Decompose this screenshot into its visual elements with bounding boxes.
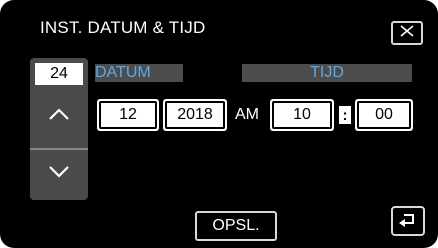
year-value: 2018 bbox=[165, 101, 225, 129]
minute-value: 00 bbox=[357, 101, 411, 129]
month-field[interactable]: 12 bbox=[97, 99, 159, 131]
day-field[interactable]: 24 bbox=[35, 63, 83, 85]
increase-button[interactable] bbox=[30, 94, 88, 138]
ampm-indicator: AM bbox=[235, 106, 259, 123]
decrease-button[interactable] bbox=[30, 152, 88, 196]
time-header: TIJD bbox=[242, 64, 412, 82]
back-button[interactable] bbox=[391, 206, 425, 236]
time-separator: : bbox=[339, 106, 351, 124]
date-time-settings-screen: INST. DATUM & TIJD 24 DATUM TIJD 12 2018… bbox=[0, 0, 438, 248]
hour-field[interactable]: 10 bbox=[270, 99, 334, 131]
panel-divider bbox=[30, 148, 88, 150]
chevron-up-icon bbox=[48, 107, 70, 126]
return-icon bbox=[398, 211, 418, 232]
page-title: INST. DATUM & TIJD bbox=[40, 18, 206, 37]
hour-value: 10 bbox=[272, 101, 332, 129]
save-button[interactable]: OPSL. bbox=[195, 211, 277, 241]
month-value: 12 bbox=[99, 101, 157, 129]
date-label: DATUM bbox=[95, 64, 151, 81]
year-field[interactable]: 2018 bbox=[163, 99, 227, 131]
time-label: TIJD bbox=[310, 64, 344, 81]
date-header: DATUM bbox=[95, 64, 183, 82]
close-icon bbox=[398, 24, 416, 42]
close-button[interactable] bbox=[391, 21, 423, 45]
minute-field[interactable]: 00 bbox=[355, 99, 413, 131]
chevron-down-icon bbox=[48, 165, 70, 184]
